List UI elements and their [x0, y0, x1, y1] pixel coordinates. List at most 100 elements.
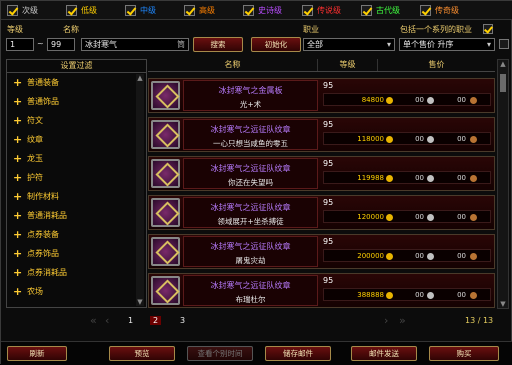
checkbox-icon[interactable]: [184, 4, 195, 16]
price-box: 388888 00 00: [323, 288, 491, 301]
item-level: 95: [323, 237, 334, 246]
scroll-down-icon[interactable]: ▼: [136, 298, 144, 306]
table-row[interactable]: 冰封寒气之远征队纹章 领域展开+坐杀搏徒 95 120000 00 00: [148, 195, 495, 230]
category-item[interactable]: + 普通饰品: [7, 92, 146, 111]
expand-plus-icon[interactable]: +: [13, 114, 27, 127]
level-range-separator: ~: [37, 39, 44, 48]
send-mail-button[interactable]: 邮件发送: [351, 346, 417, 361]
table-row[interactable]: 冰封寒气之远征队纹章 屠鬼灾劫 95 200000 00 00: [148, 234, 495, 269]
expand-plus-icon[interactable]: +: [13, 133, 27, 146]
page-3[interactable]: 3: [180, 316, 185, 325]
item-name-cell: 冰封寒气之远征队纹章 领域展开+坐杀搏徒: [183, 197, 318, 228]
quality-label: 次级: [22, 5, 38, 15]
page-2[interactable]: 2: [150, 316, 162, 325]
sort-value: 单个售价 升序: [403, 40, 454, 49]
sort-toggle-checkbox[interactable]: [499, 39, 509, 49]
price-copper: 00: [457, 291, 466, 299]
expand-plus-icon[interactable]: +: [13, 247, 27, 260]
quality-filter-7[interactable]: 传奇级: [420, 4, 473, 16]
expand-plus-icon[interactable]: +: [13, 190, 27, 203]
table-row[interactable]: 冰封寒气之金属板 光+术 95 84800 00 00: [148, 78, 495, 113]
expand-plus-icon[interactable]: +: [13, 266, 27, 279]
emblem-item-icon[interactable]: [151, 276, 180, 305]
quality-filter-4[interactable]: 史诗级: [243, 4, 296, 16]
gold-coin-icon: [386, 214, 393, 221]
emblem-item-icon[interactable]: [151, 198, 180, 227]
item-name: 冰封寒气之远征队纹章: [210, 203, 291, 212]
checkbox-icon[interactable]: [420, 4, 431, 16]
quality-filter-1[interactable]: 低级: [66, 4, 119, 16]
quality-filter-6[interactable]: 古代级: [361, 4, 414, 16]
item-name-cell: 冰封寒气之远征队纹章 屠鬼灾劫: [183, 236, 318, 267]
category-item[interactable]: + 龙玉: [7, 149, 146, 168]
table-row[interactable]: 冰封寒气之远征队纹章 一心只想当咸鱼的零五 95 118000 00 00: [148, 117, 495, 152]
emblem-item-icon[interactable]: [151, 120, 180, 149]
page-1[interactable]: 1: [128, 316, 133, 325]
seller-name: 屠鬼灾劫: [235, 256, 266, 265]
item-level: 95: [323, 276, 334, 285]
expand-plus-icon[interactable]: +: [13, 285, 27, 298]
category-item[interactable]: + 点券饰品: [7, 244, 146, 263]
quality-filter-5[interactable]: 传说级: [302, 4, 355, 16]
expand-plus-icon[interactable]: +: [13, 171, 27, 184]
profession-select[interactable]: 全部 ▾: [303, 38, 395, 51]
buy-button[interactable]: 购买: [429, 346, 499, 361]
price-silver: 00: [415, 135, 424, 143]
view-time-button[interactable]: 查看个别时间: [187, 346, 253, 361]
category-scrollbar[interactable]: ▲ ▼: [136, 74, 144, 306]
refresh-button[interactable]: 刷新: [7, 346, 67, 361]
category-item[interactable]: + 制作材料: [7, 187, 146, 206]
checkbox-icon[interactable]: [243, 4, 254, 16]
category-item[interactable]: + 护符: [7, 168, 146, 187]
table-row[interactable]: 冰封寒气之远征队纹章 布瑞杜尔 95 388888 00 00: [148, 273, 495, 308]
preview-button[interactable]: 预览: [109, 346, 175, 361]
prev-page-icon[interactable]: ‹: [105, 314, 109, 327]
checkbox-icon[interactable]: [7, 4, 18, 16]
checkbox-icon[interactable]: [361, 4, 372, 16]
expand-plus-icon[interactable]: +: [13, 152, 27, 165]
copper-coin-icon: [470, 214, 477, 221]
category-item[interactable]: + 点券装备: [7, 225, 146, 244]
save-mail-button[interactable]: 储存邮件: [265, 346, 331, 361]
checkbox-icon[interactable]: [302, 4, 313, 16]
quality-filter-2[interactable]: 中级: [125, 4, 178, 16]
checkbox-icon[interactable]: [125, 4, 136, 16]
scroll-down-icon[interactable]: ▼: [499, 300, 507, 308]
scroll-up-icon[interactable]: ▲: [499, 60, 507, 68]
level-min-input[interactable]: 1: [6, 38, 34, 51]
search-button[interactable]: 搜索: [193, 37, 243, 52]
expand-plus-icon[interactable]: +: [13, 209, 27, 222]
category-item[interactable]: + 农场: [7, 282, 146, 301]
include-series-label: 包括一个系列的职业: [400, 25, 472, 34]
quality-label: 史诗级: [258, 5, 282, 15]
table-row[interactable]: 冰封寒气之远征队纹章 你还在失望吗 95 119988 00 00: [148, 156, 495, 191]
listing-scrollbar[interactable]: ▲ ▼: [497, 59, 509, 309]
category-item[interactable]: + 普通消耗品: [7, 206, 146, 225]
scroll-thumb[interactable]: [500, 74, 506, 92]
category-item[interactable]: + 纹章: [7, 130, 146, 149]
quality-filter-3[interactable]: 高级: [184, 4, 237, 16]
expand-plus-icon[interactable]: +: [13, 228, 27, 241]
include-series-checkbox[interactable]: [483, 24, 493, 34]
level-max-input[interactable]: 99: [47, 38, 75, 51]
checkbox-icon[interactable]: [66, 4, 77, 16]
reset-button[interactable]: 初始化: [251, 37, 301, 52]
expand-plus-icon[interactable]: +: [13, 76, 27, 89]
sort-select[interactable]: 单个售价 升序 ▾: [399, 38, 495, 51]
copper-coin-icon: [470, 253, 477, 260]
category-item[interactable]: + 点券消耗品: [7, 263, 146, 282]
next-page-icon[interactable]: ›: [384, 314, 388, 327]
category-item[interactable]: + 普通装备: [7, 73, 146, 92]
first-page-icon[interactable]: «: [90, 314, 97, 327]
price-silver: 00: [415, 213, 424, 221]
expand-plus-icon[interactable]: +: [13, 95, 27, 108]
quality-filter-0[interactable]: 次级: [7, 4, 60, 16]
scroll-up-icon[interactable]: ▲: [136, 74, 144, 82]
emblem-item-icon[interactable]: [151, 159, 180, 188]
emblem-item-icon[interactable]: [151, 81, 180, 110]
last-page-icon[interactable]: »: [399, 314, 406, 327]
emblem-item-icon[interactable]: [151, 237, 180, 266]
category-item[interactable]: + 符文: [7, 111, 146, 130]
name-search-input[interactable]: 冰封寒气 筒: [81, 38, 189, 51]
gold-coin-icon: [386, 292, 393, 299]
